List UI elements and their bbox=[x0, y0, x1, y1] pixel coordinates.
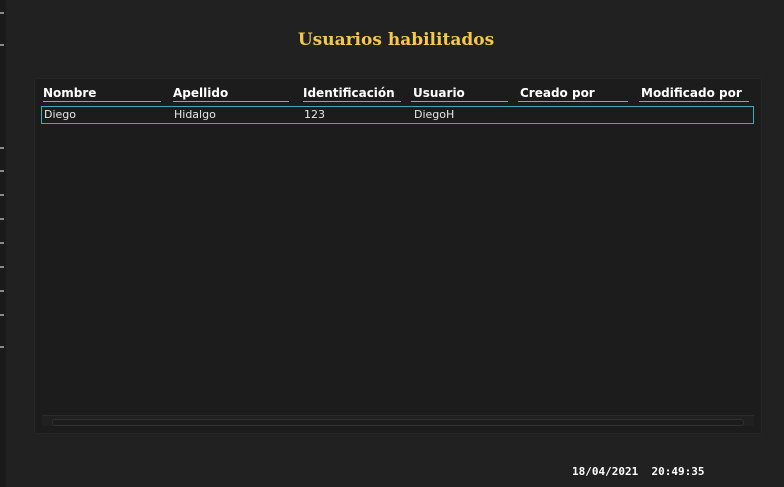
page-title: Usuarios habilitados bbox=[297, 30, 495, 50]
column-header-underline bbox=[639, 101, 749, 102]
horizontal-scrollbar-thumb[interactable] bbox=[52, 419, 744, 426]
cell-usuario: DiegoH bbox=[414, 108, 455, 121]
column-header-underline bbox=[43, 101, 161, 102]
column-header-underline bbox=[303, 101, 401, 102]
column-header-nombre[interactable]: Nombre bbox=[43, 86, 96, 100]
horizontal-scrollbar[interactable] bbox=[42, 415, 754, 426]
left-edge-strip bbox=[0, 0, 6, 487]
table-row[interactable]: Diego Hidalgo 123 DiegoH bbox=[41, 106, 754, 124]
column-header-identificacion[interactable]: Identificación bbox=[303, 86, 395, 100]
column-header-underline bbox=[411, 101, 508, 102]
cell-apellido: Hidalgo bbox=[174, 108, 216, 121]
cell-nombre: Diego bbox=[44, 108, 77, 121]
column-header-creado-por[interactable]: Creado por bbox=[520, 86, 595, 100]
column-header-usuario[interactable]: Usuario bbox=[413, 86, 465, 100]
column-header-modificado-por[interactable]: Modificado por bbox=[641, 86, 742, 100]
status-time: 20:49:35 bbox=[651, 465, 705, 478]
column-header-underline bbox=[173, 101, 289, 102]
column-header-apellido[interactable]: Apellido bbox=[173, 86, 228, 100]
app-window: Usuarios habilitados Nombre Apellido Ide… bbox=[0, 0, 784, 487]
datetime-status: 18/04/2021 20:49:35 bbox=[572, 465, 704, 478]
status-date: 18/04/2021 bbox=[572, 465, 639, 478]
cell-identificacion: 123 bbox=[304, 108, 325, 121]
column-header-underline bbox=[518, 101, 628, 102]
users-data-grid[interactable]: Nombre Apellido Identificación Usuario C… bbox=[34, 78, 762, 434]
